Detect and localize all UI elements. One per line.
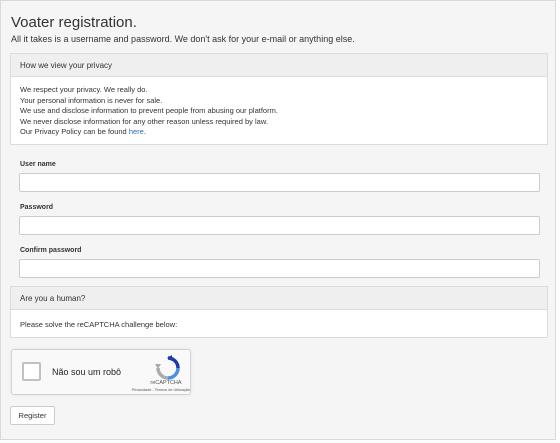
username-label: User name <box>20 161 56 168</box>
privacy-line: We never disclose information for any ot… <box>20 116 268 126</box>
recaptcha-widget: Não sou um robô reCAPTCHA Privacidade - … <box>11 349 191 395</box>
privacy-line: Your personal information is never for s… <box>20 95 163 105</box>
recaptcha-logo-icon <box>155 355 180 380</box>
privacy-policy-line: Our Privacy Policy can be found here. <box>20 127 538 138</box>
human-check-panel: Are you a human? Please solve the reCAPT… <box>10 286 548 338</box>
page-title: Voater registration. <box>11 14 137 31</box>
privacy-panel-heading: How we view your privacy <box>11 54 547 77</box>
confirm-password-label: Confirm password <box>20 247 82 254</box>
privacy-panel: How we view your privacy We respect your… <box>10 53 548 145</box>
privacy-policy-suffix: . <box>143 127 146 136</box>
recaptcha-label: Não sou um robô <box>52 367 122 377</box>
recaptcha-brand: reCAPTCHA <box>150 380 182 386</box>
privacy-panel-body: We respect your privacy. We really do. Y… <box>11 77 547 146</box>
registration-page: Voater registration. All it takes is a u… <box>0 0 556 440</box>
page-subtitle: All it takes is a username and password.… <box>11 34 355 44</box>
privacy-line: We respect your privacy. We really do. <box>20 85 148 94</box>
privacy-line: We use and disclose information to preve… <box>20 106 278 115</box>
human-check-instruction: Please solve the reCAPTCHA challenge bel… <box>20 320 178 329</box>
recaptcha-links[interactable]: Privacidade - Termos de Utilização <box>116 388 190 392</box>
human-check-heading: Are you a human? <box>11 287 547 310</box>
privacy-policy-link[interactable]: here <box>129 127 144 136</box>
password-label: Password <box>20 204 54 211</box>
recaptcha-checkbox[interactable] <box>22 362 41 381</box>
password-input[interactable] <box>19 216 540 235</box>
confirm-password-input[interactable] <box>19 259 540 278</box>
username-input[interactable] <box>19 173 540 192</box>
register-button[interactable]: Register <box>10 406 55 425</box>
privacy-policy-prefix: Our Privacy Policy can be found <box>20 127 129 136</box>
